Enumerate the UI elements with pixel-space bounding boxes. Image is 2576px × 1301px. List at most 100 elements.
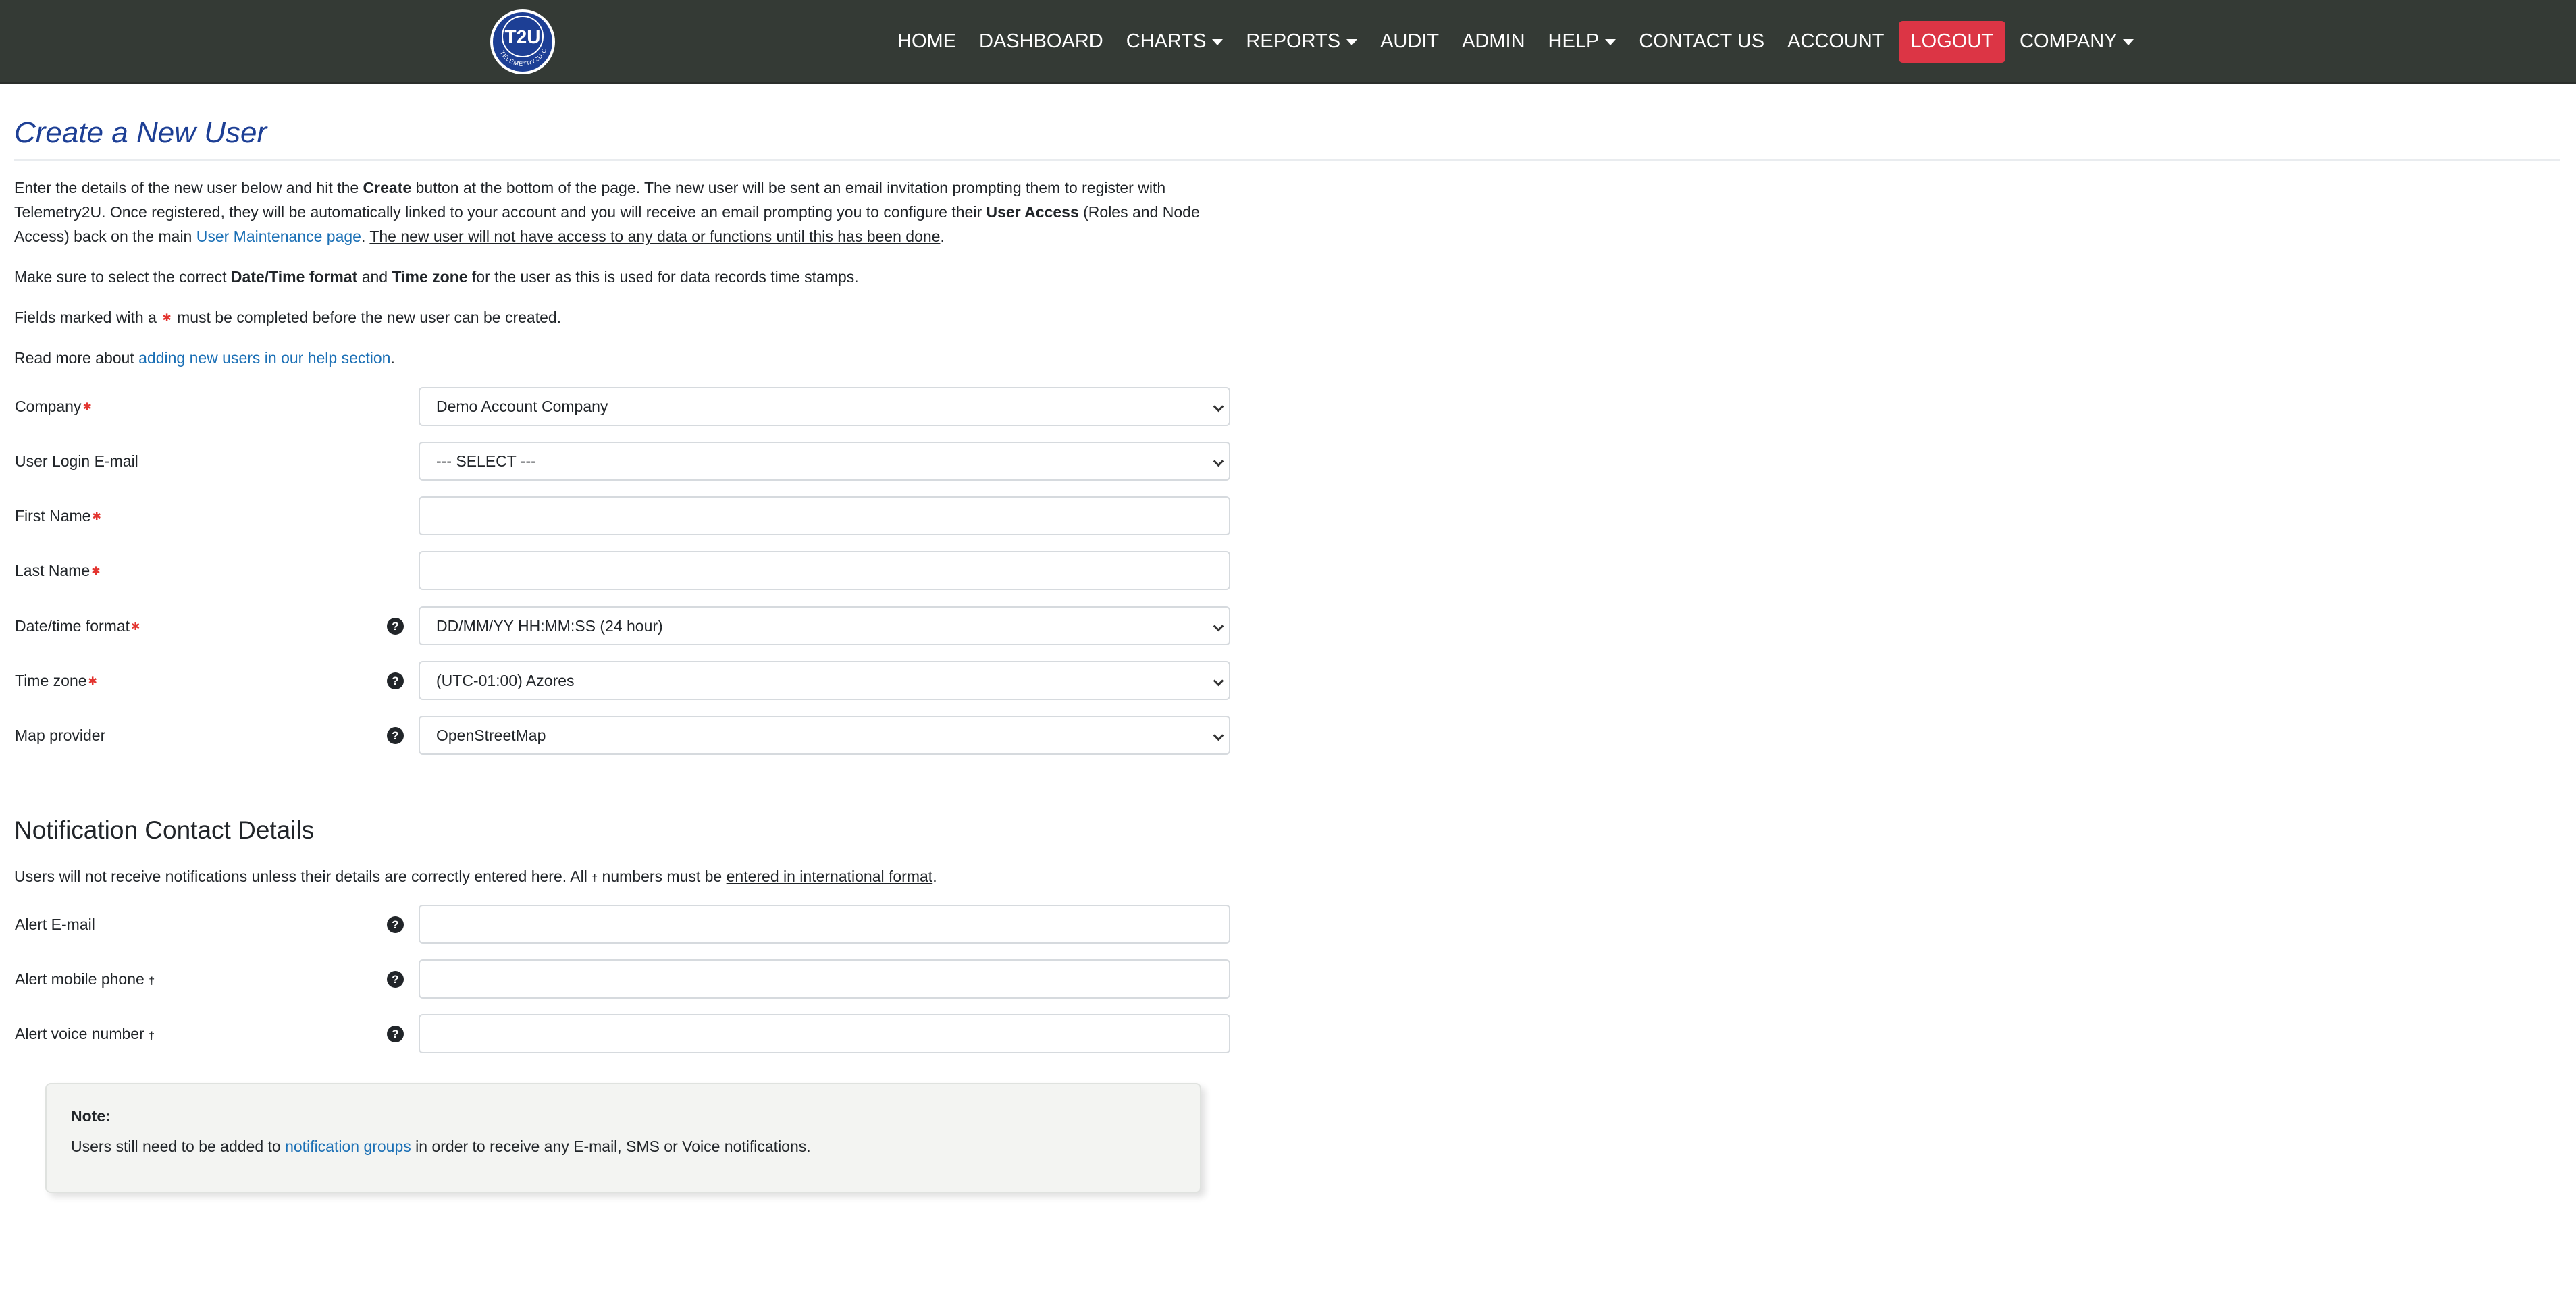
help-icon[interactable]: ? (387, 727, 404, 744)
map-provider-select[interactable]: OpenStreetMap (419, 716, 1230, 755)
company-label: Company ✱ (15, 398, 92, 415)
chevron-down-icon (1213, 456, 1224, 467)
nav-contact-label: CONTACT US (1639, 30, 1765, 53)
company-row: Company ✱ Demo Account Company (15, 387, 1230, 426)
nav-contact-us[interactable]: CONTACT US (1627, 21, 1776, 63)
last-name-row: Last Name ✱ (15, 551, 1230, 590)
intro-text: . (940, 228, 945, 245)
chevron-down-icon (1213, 675, 1224, 687)
alert-voice-input[interactable] (419, 1014, 1230, 1053)
caret-down-icon (1605, 38, 1616, 45)
company-select-value: Demo Account Company (436, 398, 608, 415)
nav-company-label: COMPANY (2020, 30, 2118, 53)
hint-bold: Date/Time format (230, 268, 358, 286)
notification-hint-paragraph: Users will not receive notifications unl… (14, 864, 1230, 891)
timezone-select-value: (UTC-01:00) Azores (436, 672, 575, 689)
hint-text: must be completed before the new user ca… (172, 309, 562, 326)
chevron-down-icon (1213, 620, 1224, 632)
help-icon[interactable]: ? (387, 1026, 404, 1042)
alert-email-label: Alert E-mail (15, 915, 95, 933)
nav-audit-label: AUDIT (1380, 30, 1440, 53)
required-asterisk-icon: ✱ (131, 620, 140, 633)
alert-email-row: Alert E-mail ? (15, 905, 1230, 944)
caret-down-icon (2123, 38, 2134, 45)
main-nav: HOME DASHBOARD CHARTS REPORTS AUDIT ADMI… (886, 0, 2145, 84)
dagger-mark: † (149, 1030, 155, 1042)
last-name-label: Last Name ✱ (15, 562, 101, 579)
nav-audit[interactable]: AUDIT (1369, 21, 1450, 63)
nav-charts-dropdown[interactable]: CHARTS (1115, 21, 1235, 63)
dagger-mark: † (149, 976, 155, 987)
hint-text: and (357, 268, 392, 286)
chevron-down-icon (1213, 730, 1224, 741)
nav-reports-dropdown[interactable]: REPORTS (1234, 21, 1369, 63)
nav-admin-label: ADMIN (1462, 30, 1525, 53)
hint-text: Users will not receive notifications unl… (14, 868, 592, 885)
login-email-select[interactable]: --- SELECT --- (419, 442, 1230, 481)
datetime-format-row: Date/time format ✱ ? DD/MM/YY HH:MM:SS (2… (15, 606, 1230, 645)
login-email-label: User Login E-mail (15, 452, 138, 470)
hint-text: Fields marked with a (14, 309, 161, 326)
required-asterisk-icon: ✱ (88, 675, 97, 687)
first-name-row: First Name ✱ (15, 496, 1230, 535)
map-provider-label: Map provider (15, 726, 106, 744)
help-icon[interactable]: ? (387, 672, 404, 689)
nav-home-label: HOME (897, 30, 956, 53)
alert-mobile-label: Alert mobile phone † (15, 970, 155, 988)
map-provider-row: Map provider ? OpenStreetMap (15, 716, 1230, 755)
intro-warning-underlined: The new user will not have access to any… (369, 228, 941, 245)
help-section-link[interactable]: adding new users in our help section (138, 349, 390, 367)
help-icon[interactable]: ? (387, 618, 404, 635)
nav-reports-label: REPORTS (1246, 30, 1341, 53)
help-icon[interactable]: ? (387, 916, 404, 933)
last-name-input[interactable] (419, 551, 1230, 590)
international-format-underlined: entered in international format (726, 868, 933, 885)
login-email-select-value: --- SELECT --- (436, 452, 536, 470)
timezone-label: Time zone ✱ (15, 672, 97, 689)
nav-home[interactable]: HOME (886, 21, 968, 63)
read-more-paragraph: Read more about adding new users in our … (14, 346, 1230, 370)
alert-mobile-row: Alert mobile phone † ? (15, 959, 1230, 999)
hint-bold: Time zone (392, 268, 468, 286)
note-box: Note: Users still need to be added to no… (45, 1083, 1201, 1193)
required-asterisk-icon: ✱ (162, 312, 172, 324)
note-text: Users still need to be added to (71, 1138, 286, 1155)
timezone-select[interactable]: (UTC-01:00) Azores (419, 661, 1230, 700)
alert-voice-row: Alert voice number † ? (15, 1014, 1230, 1053)
nav-company-dropdown[interactable]: COMPANY (2008, 21, 2145, 63)
intro-text: . (361, 228, 370, 245)
title-divider (14, 159, 2560, 161)
nav-dashboard-label: DASHBOARD (979, 30, 1103, 53)
hint-text: numbers must be (598, 868, 727, 885)
logout-label: LOGOUT (1910, 30, 1993, 53)
datetime-format-select-value: DD/MM/YY HH:MM:SS (24 hour) (436, 617, 663, 635)
nav-account[interactable]: ACCOUNT (1776, 21, 1895, 63)
hint-text: Make sure to select the correct (14, 268, 231, 286)
intro-paragraph: Enter the details of the new user below … (14, 176, 1230, 248)
telemetry2u-logo[interactable]: T2U TELEMETRY2U.COM (489, 8, 556, 76)
note-body: Users still need to be added to notifica… (71, 1135, 811, 1159)
help-icon[interactable]: ? (387, 971, 404, 988)
alert-mobile-input[interactable] (419, 959, 1230, 999)
intro-user-access-bold: User Access (986, 203, 1079, 221)
alert-email-input[interactable] (419, 905, 1230, 944)
required-hint-paragraph: Fields marked with a ✱ must be completed… (14, 305, 1230, 331)
logout-button[interactable]: LOGOUT (1898, 21, 2005, 63)
hint-text: . (390, 349, 395, 367)
required-asterisk-icon: ✱ (91, 565, 101, 577)
logo-text: T2U (505, 26, 541, 47)
first-name-input[interactable] (419, 496, 1230, 535)
top-navbar: T2U TELEMETRY2U.COM HOME DASHBOARD CHART… (0, 0, 2576, 84)
caret-down-icon (1346, 38, 1358, 45)
company-select[interactable]: Demo Account Company (419, 387, 1230, 426)
user-maintenance-link[interactable]: User Maintenance page (196, 228, 361, 245)
nav-dashboard[interactable]: DASHBOARD (968, 21, 1115, 63)
intro-text: Enter the details of the new user below … (14, 179, 363, 196)
datetime-format-select[interactable]: DD/MM/YY HH:MM:SS (24 hour) (419, 606, 1230, 645)
datetime-hint-paragraph: Make sure to select the correct Date/Tim… (14, 265, 1230, 289)
notification-groups-link[interactable]: notification groups (285, 1138, 411, 1155)
required-asterisk-icon: ✱ (92, 510, 101, 523)
page-title: Create a New User (14, 116, 267, 149)
nav-admin[interactable]: ADMIN (1450, 21, 1536, 63)
nav-help-dropdown[interactable]: HELP (1537, 21, 1628, 63)
